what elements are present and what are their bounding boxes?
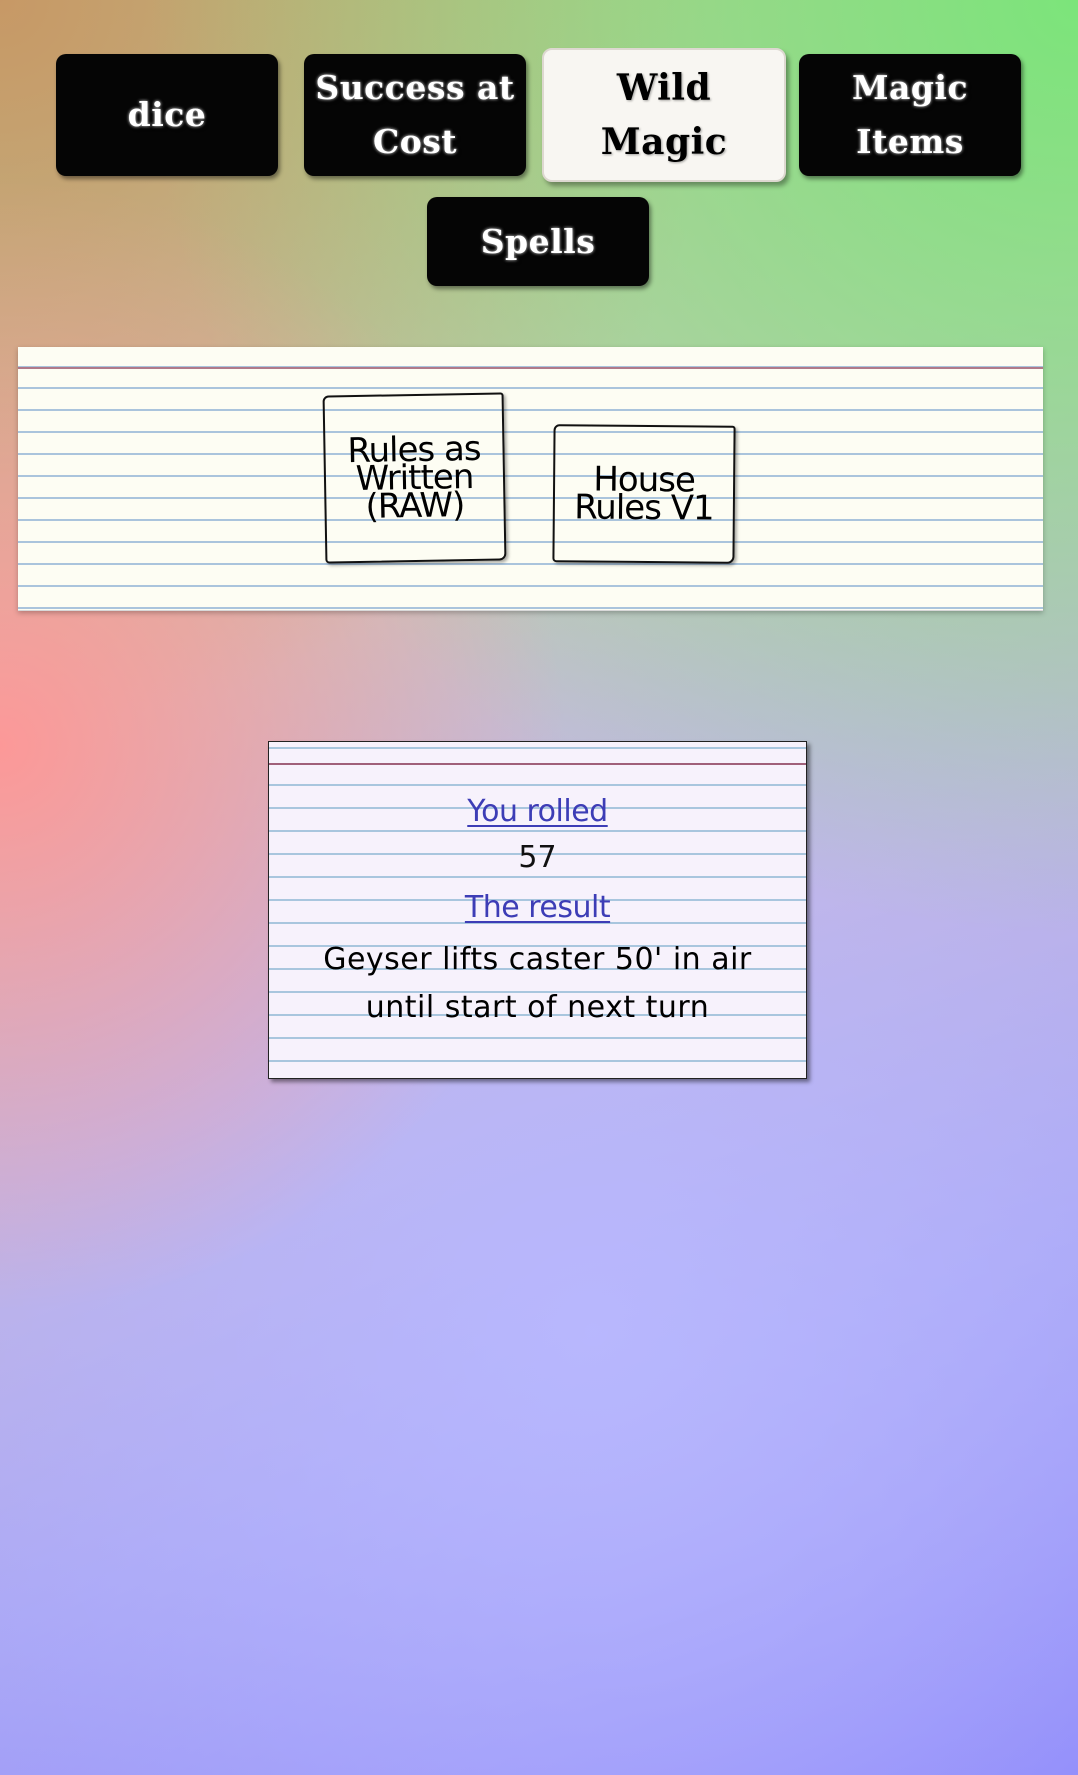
- success-at-cost-button[interactable]: Success at Cost: [304, 54, 526, 176]
- house-rules-label: House Rules V1: [573, 459, 714, 529]
- house-rules-button[interactable]: House Rules V1: [552, 424, 736, 564]
- wild-magic-button-label: Wild Magic: [600, 67, 728, 163]
- magic-items-button[interactable]: Magic Items: [799, 54, 1021, 176]
- rules-as-written-button[interactable]: Rules as Written (RAW): [322, 392, 507, 564]
- spells-button-label: Spells: [480, 221, 596, 261]
- magic-items-button-label: Magic Items: [851, 68, 969, 161]
- wild-magic-button[interactable]: Wild Magic: [542, 48, 786, 182]
- dice-button[interactable]: dice: [56, 54, 278, 176]
- roll-value: 57: [518, 840, 557, 875]
- success-at-cost-button-label: Success at Cost: [315, 68, 515, 161]
- rules-as-written-label: Rules as Written (RAW): [347, 428, 481, 527]
- dice-button-label: dice: [127, 95, 207, 134]
- the-result-label: The result: [464, 890, 611, 925]
- rules-mode-card: Rules as Written (RAW) House Rules V1: [18, 347, 1043, 611]
- you-rolled-label: You rolled: [467, 794, 608, 829]
- result-card: You rolled 57 The result Geyser lifts ca…: [268, 741, 807, 1079]
- spells-button[interactable]: Spells: [427, 197, 649, 286]
- result-text: Geyser lifts caster 50' in air until sta…: [323, 942, 752, 1025]
